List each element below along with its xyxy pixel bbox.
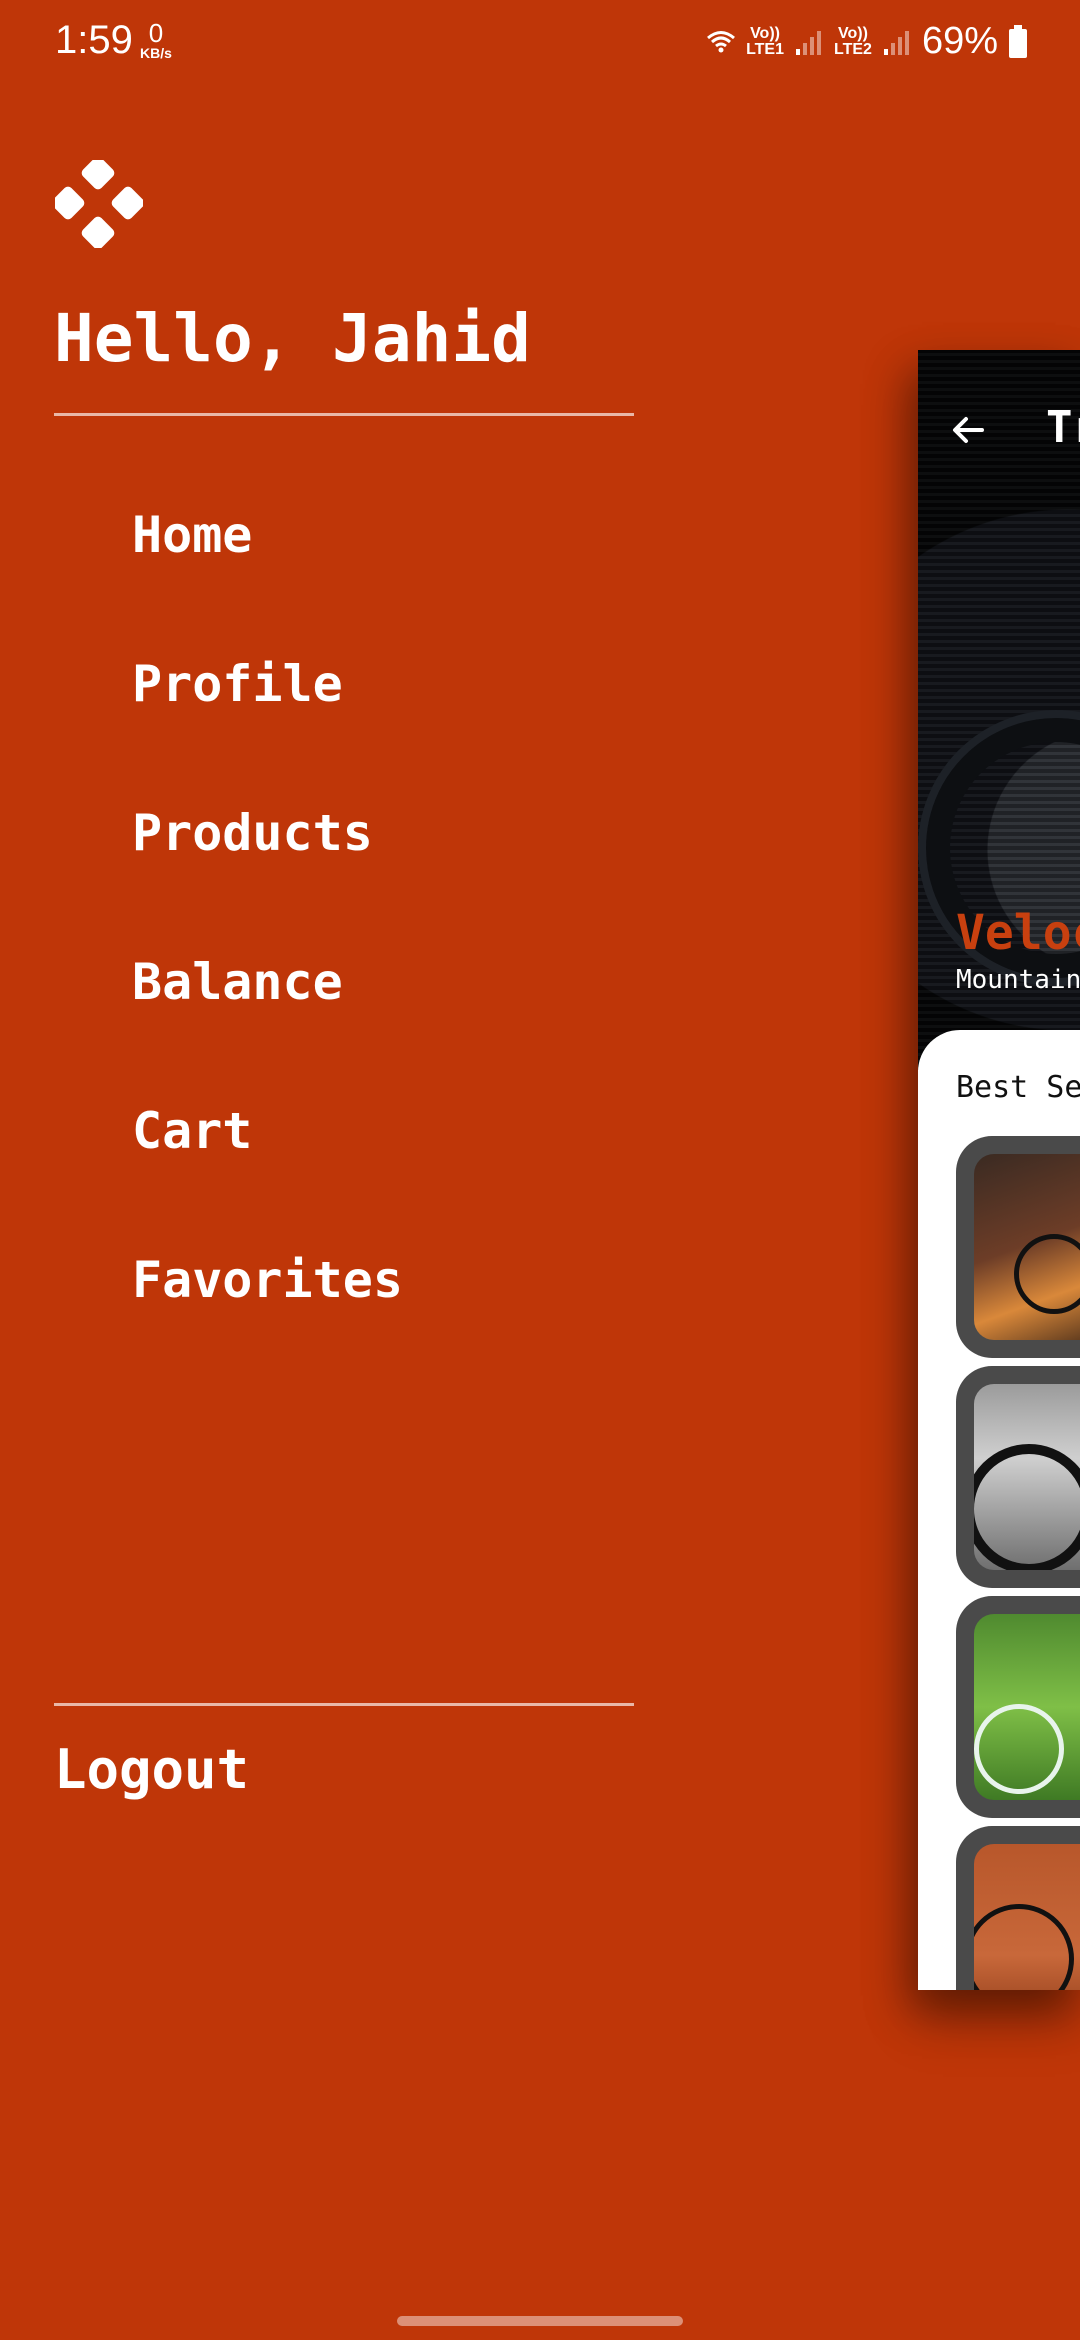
signal-icon bbox=[796, 30, 821, 55]
sim2-lte: LTE2 bbox=[834, 40, 872, 58]
drawer-divider-bottom bbox=[54, 1703, 634, 1706]
battery-icon bbox=[1009, 24, 1027, 58]
wifi-icon bbox=[707, 30, 736, 52]
product-image bbox=[974, 1844, 1080, 1990]
diamond-grid-logo-icon bbox=[55, 160, 143, 248]
product-image bbox=[974, 1154, 1080, 1340]
menu-item-favorites[interactable]: Favorites bbox=[132, 1245, 403, 1394]
status-time: 1:59 bbox=[55, 18, 133, 62]
sim1-label: Vo)) LTE1 bbox=[746, 24, 784, 58]
status-bar: 1:59 0 KB/s Vo)) LTE1 Vo)) LTE2 69% bbox=[0, 0, 1080, 90]
menu-item-products[interactable]: Products bbox=[132, 798, 403, 947]
menu-item-profile[interactable]: Profile bbox=[132, 649, 403, 798]
hero-title: Veloc bbox=[956, 905, 1080, 961]
network-speed: 0 KB/s bbox=[140, 20, 172, 60]
drawer-divider-top bbox=[54, 413, 634, 416]
home-indicator[interactable] bbox=[397, 2316, 683, 2326]
menu-item-balance[interactable]: Balance bbox=[132, 947, 403, 1096]
arrow-left-icon[interactable] bbox=[948, 410, 988, 450]
hero-subtitle: Mountain bbox=[956, 965, 1080, 995]
product-card[interactable] bbox=[956, 1826, 1080, 1990]
network-speed-value: 0 bbox=[148, 18, 164, 48]
product-card[interactable] bbox=[956, 1136, 1080, 1358]
main-screen-preview[interactable]: Tr Veloc Mountain Best Se bbox=[918, 350, 1080, 1990]
sim1-lte: LTE1 bbox=[746, 40, 784, 58]
product-card[interactable] bbox=[956, 1366, 1080, 1588]
logout-button[interactable]: Logout bbox=[54, 1738, 249, 1801]
appbar-title: Tr bbox=[1046, 402, 1080, 453]
sim2-volte: Vo)) bbox=[838, 24, 868, 42]
status-icons: Vo)) LTE1 Vo)) LTE2 69% bbox=[706, 20, 1028, 63]
product-image bbox=[974, 1614, 1080, 1800]
product-card[interactable] bbox=[956, 1596, 1080, 1818]
product-image bbox=[974, 1384, 1080, 1570]
section-title: Best Se bbox=[956, 1070, 1080, 1105]
menu-item-home[interactable]: Home bbox=[132, 500, 403, 649]
hero-banner bbox=[918, 350, 1080, 1070]
greeting-title: Hello, Jahid bbox=[54, 300, 531, 377]
sim1-volte: Vo)) bbox=[750, 24, 780, 42]
menu-item-cart[interactable]: Cart bbox=[132, 1096, 403, 1245]
drawer-menu: Home Profile Products Balance Cart Favor… bbox=[132, 500, 403, 1394]
signal-icon bbox=[883, 30, 909, 55]
network-speed-unit: KB/s bbox=[140, 45, 172, 61]
battery-percent: 69% bbox=[921, 20, 998, 62]
sim2-label: Vo)) LTE2 bbox=[834, 24, 872, 58]
